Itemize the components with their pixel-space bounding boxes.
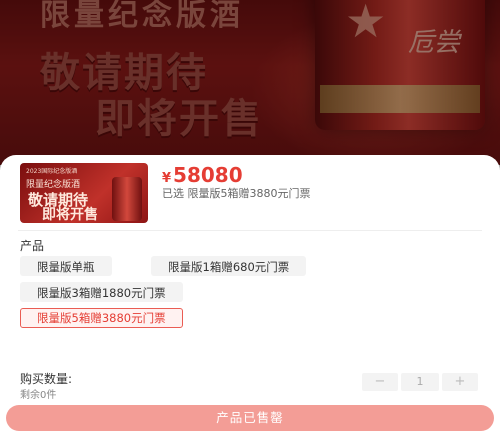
increment-button[interactable]: + bbox=[442, 373, 478, 391]
product-price: ¥58080 bbox=[162, 163, 243, 187]
price-value: 58080 bbox=[173, 163, 243, 187]
selected-variant-text: 已选 限量版5箱赠3880元门票 bbox=[162, 187, 311, 200]
modal-backdrop[interactable] bbox=[0, 0, 500, 170]
decrement-button[interactable]: − bbox=[362, 373, 398, 391]
option-1-case[interactable]: 限量版1箱赠680元门票 bbox=[151, 256, 307, 276]
price-currency: ¥ bbox=[162, 171, 172, 186]
quantity-label: 购买数量: bbox=[20, 372, 73, 386]
thumb-badge: 2023国际纪念版酒 bbox=[26, 168, 78, 175]
quantity-stepper: − 1 + bbox=[362, 373, 480, 391]
sku-bottom-sheet: 2023国际纪念版酒 限量纪念版酒 敬请期待 即将开售 ¥58080 已选 限量… bbox=[0, 155, 500, 440]
product-thumbnail: 2023国际纪念版酒 限量纪念版酒 敬请期待 即将开售 bbox=[20, 163, 148, 223]
option-3-case[interactable]: 限量版3箱赠1880元门票 bbox=[20, 282, 183, 302]
option-5-case[interactable]: 限量版5箱赠3880元门票 bbox=[20, 308, 183, 328]
stock-remaining: 剩余0件 bbox=[20, 390, 57, 401]
options-section-label: 产品 bbox=[20, 239, 45, 253]
divider bbox=[18, 230, 482, 231]
option-single-bottle[interactable]: 限量版单瓶 bbox=[20, 256, 112, 276]
thumb-bottle-image bbox=[112, 177, 142, 221]
quantity-value[interactable]: 1 bbox=[401, 373, 439, 391]
thumb-line-2: 即将开售 bbox=[42, 207, 98, 223]
sold-out-button[interactable]: 产品已售罄 bbox=[6, 405, 494, 431]
